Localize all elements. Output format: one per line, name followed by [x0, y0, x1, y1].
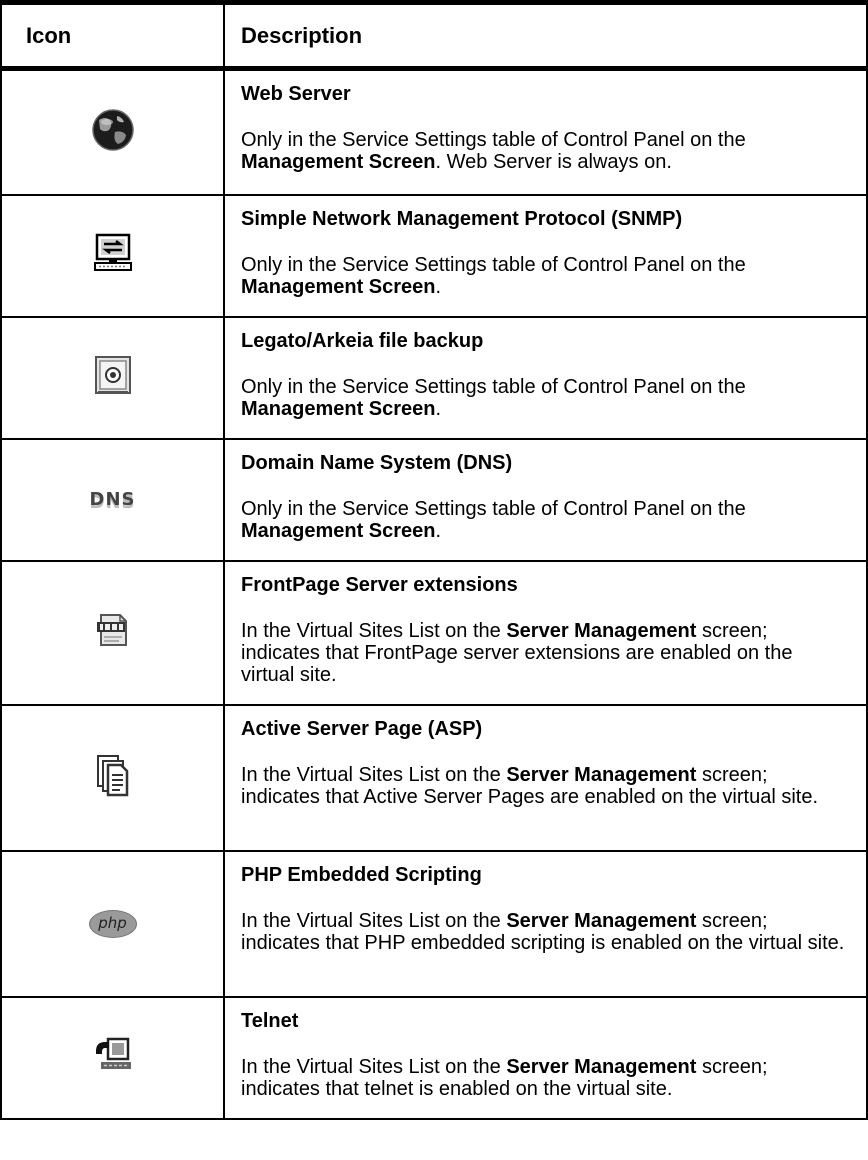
row-text-bold: Management Screen: [241, 275, 436, 298]
row-text: In the Virtual Sites List on the Server …: [241, 910, 850, 954]
row-text-part: In the Virtual Sites List on the: [241, 1055, 507, 1078]
row-text-part: . Web Server is always on.: [435, 151, 672, 173]
asp-pages-icon: [95, 753, 131, 802]
frontpage-document-icon: [95, 612, 131, 653]
php-logo-icon: php: [88, 909, 137, 938]
row-title: Web Server: [241, 83, 351, 105]
row-text: In the Virtual Sites List on the Server …: [241, 1056, 850, 1100]
row-text-part: Only in the Service Settings table of Co…: [241, 497, 746, 520]
dns-text-icon: DNS: [89, 489, 136, 510]
description-cell: PHP Embedded Scripting In the Virtual Si…: [223, 850, 868, 998]
row-title: Legato/Arkeia file backup: [241, 329, 484, 352]
row-title: Active Server Page (ASP): [241, 717, 483, 740]
snmp-computer-icon: [93, 233, 133, 278]
row-text-bold: Server Management: [506, 1055, 697, 1078]
table-row: FrontPage Server extensions In the Virtu…: [0, 560, 868, 706]
table-row: Simple Network Management Protocol (SNMP…: [0, 194, 868, 318]
row-text-part: In the Virtual Sites List on the: [241, 909, 507, 932]
row-title: Domain Name System (DNS): [241, 451, 513, 474]
table-header-row: Icon Description: [0, 0, 868, 71]
row-text-part: Only in the Service Settings table of Co…: [241, 129, 746, 151]
row-title: Telnet: [241, 1009, 299, 1032]
row-text-part: .: [435, 519, 442, 542]
table-row: Web Server Only in the Service Settings …: [0, 68, 868, 196]
row-title: FrontPage Server extensions: [241, 573, 518, 596]
table-row: DNS Domain Name System (DNS) Only in the…: [0, 438, 868, 562]
table-row: Telnet In the Virtual Sites List on the …: [0, 996, 868, 1120]
row-text-part: In the Virtual Sites List on the: [241, 763, 507, 786]
icon-cell: DNS: [0, 438, 225, 562]
row-text-part: .: [435, 397, 442, 420]
icon-cell: php: [0, 850, 225, 998]
row-text-bold: Server Management: [506, 619, 697, 642]
row-text-bold: Management Screen: [241, 397, 436, 420]
row-text: Only in the Service Settings table of Co…: [241, 254, 850, 298]
icon-cell: [0, 316, 225, 440]
row-text-bold: Server Management: [506, 763, 697, 786]
description-cell: Domain Name System (DNS) Only in the Ser…: [223, 438, 868, 562]
row-text-part: In the Virtual Sites List on the: [241, 619, 507, 642]
web-server-globe-icon: [91, 108, 135, 157]
icon-cell: [0, 68, 225, 196]
table-row: php PHP Embedded Scripting In the Virtua…: [0, 850, 868, 998]
icon-description-table: Icon Description Web Server Only in the …: [0, 0, 868, 1120]
table-row: Active Server Page (ASP) In the Virtual …: [0, 704, 868, 852]
row-text-bold: Management Screen: [241, 151, 436, 173]
description-cell: Legato/Arkeia file backup Only in the Se…: [223, 316, 868, 440]
description-cell: Simple Network Management Protocol (SNMP…: [223, 194, 868, 318]
row-text-part: Only in the Service Settings table of Co…: [241, 253, 746, 276]
row-text: In the Virtual Sites List on the Server …: [241, 764, 850, 808]
icon-table: Icon Description Web Server Only in the …: [0, 0, 868, 1120]
description-cell: FrontPage Server extensions In the Virtu…: [223, 560, 868, 706]
telnet-terminal-icon: [93, 1035, 133, 1080]
description-cell: Telnet In the Virtual Sites List on the …: [223, 996, 868, 1120]
row-text-part: .: [435, 275, 442, 298]
row-title: PHP Embedded Scripting: [241, 863, 482, 886]
description-cell: Active Server Page (ASP) In the Virtual …: [223, 704, 868, 852]
description-column-header: Description: [224, 0, 868, 71]
icon-cell: [0, 560, 225, 706]
icon-cell: [0, 194, 225, 318]
row-text-bold: Server Management: [506, 909, 697, 932]
row-text-part: Only in the Service Settings table of Co…: [241, 375, 746, 398]
row-title: Simple Network Management Protocol (SNMP…: [241, 207, 683, 230]
backup-safe-icon: [94, 355, 132, 400]
description-cell: Web Server Only in the Service Settings …: [223, 68, 868, 196]
row-text: Only in the Service Settings table of Co…: [241, 376, 850, 420]
row-text: Only in the Service Settings table of Co…: [241, 498, 850, 542]
row-text: Only in the Service Settings table of Co…: [241, 129, 850, 173]
row-text: In the Virtual Sites List on the Server …: [241, 620, 850, 686]
row-text-bold: Management Screen: [241, 519, 436, 542]
icon-cell: [0, 996, 225, 1120]
icon-cell: [0, 704, 225, 852]
table-row: Legato/Arkeia file backup Only in the Se…: [0, 316, 868, 440]
icon-column-header: Icon: [0, 0, 225, 71]
